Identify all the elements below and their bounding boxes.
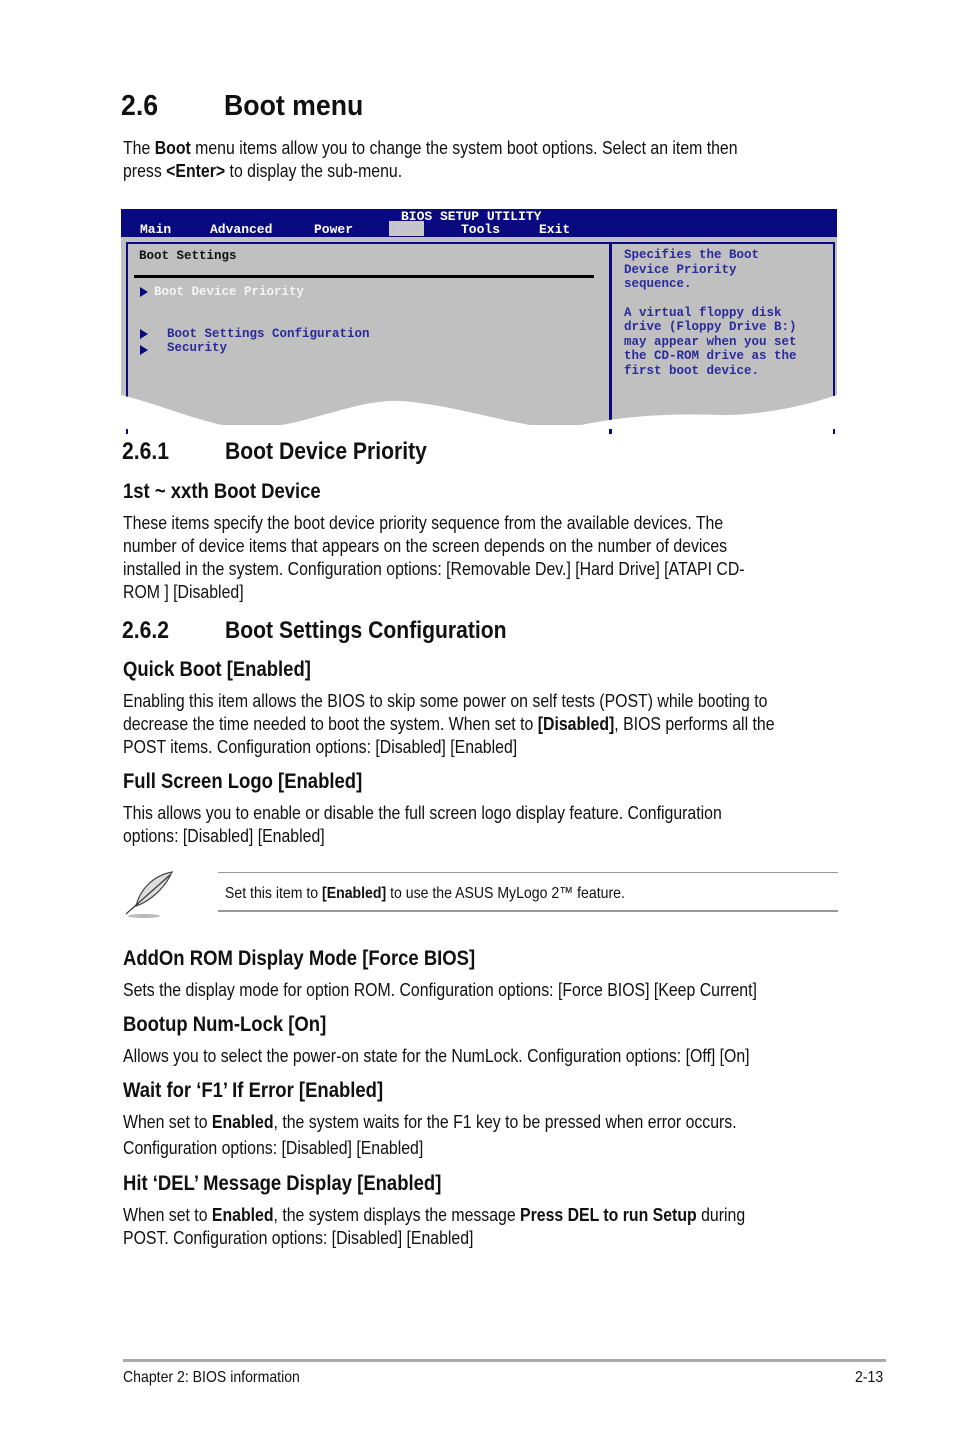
bold-text: Boot [154, 138, 191, 158]
item-heading: Full Screen Logo [Enabled] [123, 770, 363, 793]
bios-help-line: drive (Floppy Drive B:) [624, 320, 797, 334]
bios-help-line: first boot device. [624, 364, 760, 378]
text: , the system displays the message [273, 1205, 521, 1225]
arrow-right-icon [140, 329, 148, 339]
paragraph-line: installed in the system. Configuration o… [123, 559, 745, 579]
paragraph-line: This allows you to enable or disable the… [123, 803, 722, 823]
item-heading: Bootup Num-Lock [On] [123, 1013, 327, 1036]
bios-help-line: Specifies the Boot [624, 248, 760, 262]
note-top-rule [218, 872, 838, 873]
bold-text: Press DEL to run Setup [520, 1205, 697, 1225]
bios-help-line: Device Priority [624, 263, 737, 277]
bios-item-security[interactable]: Security [167, 341, 227, 355]
text: during [696, 1205, 746, 1225]
section-number: 2.6 [121, 90, 159, 122]
paragraph-line: POST. Configuration options: [Disabled] … [123, 1228, 474, 1248]
bios-item-boot-device-priority[interactable]: Boot Device Priority [154, 285, 304, 299]
bios-help-line: A virtual floppy disk [624, 306, 782, 320]
paragraph-line: number of device items that appears on t… [123, 536, 728, 556]
item-heading: Wait for ‘F1’ If Error [Enabled] [123, 1079, 384, 1102]
paragraph-line: options: [Disabled] [Enabled] [123, 826, 325, 846]
paragraph-line: POST items. Configuration options: [Disa… [123, 737, 518, 757]
text: When set to [123, 1112, 212, 1132]
paragraph-line: When set to Enabled, the system displays… [123, 1204, 745, 1226]
paragraph-line: decrease the time needed to boot the sys… [123, 713, 775, 735]
page-title: Boot menu [224, 90, 364, 122]
paragraph-line: Configuration options: [Disabled] [Enabl… [123, 1138, 424, 1158]
text: decrease the time needed to boot the sys… [123, 714, 538, 734]
bios-help-line: may appear when you set [624, 335, 797, 349]
paragraph-line: Allows you to select the power-on state … [123, 1046, 750, 1066]
bios-tab-main[interactable]: Main [140, 222, 171, 237]
footer-chapter: Chapter 2: BIOS information [123, 1369, 300, 1386]
feather-pen-icon [125, 871, 174, 918]
bold-text: [Enabled] [322, 885, 387, 902]
intro-line-1: The Boot menu items allow you to change … [123, 137, 738, 159]
bios-tab-boot[interactable]: Boot [389, 221, 425, 236]
text: Set this item to [225, 885, 323, 902]
torn-edge [121, 395, 837, 429]
subsection-number: 2.6.1 [122, 438, 169, 465]
item-heading: Hit ‘DEL’ Message Display [Enabled] [123, 1172, 442, 1195]
bios-tab-power[interactable]: Power [314, 222, 353, 237]
arrow-right-icon [140, 287, 148, 297]
text: to display the sub-menu. [225, 161, 403, 181]
intro-line-2: press <Enter> to display the sub-menu. [123, 160, 402, 182]
paragraph-line: When set to Enabled, the system waits fo… [123, 1111, 737, 1133]
note-text: Set this item to [Enabled] to use the AS… [225, 883, 625, 905]
footer-rule [123, 1359, 886, 1362]
bios-tab-advanced[interactable]: Advanced [210, 222, 272, 237]
paragraph-line: Sets the display mode for option ROM. Co… [123, 980, 757, 1000]
item-heading: Quick Boot [Enabled] [123, 658, 311, 681]
subsection-title: Boot Device Priority [225, 438, 427, 465]
bold-text: Enabled [211, 1112, 274, 1132]
bios-help-line: the CD-ROM drive as the [624, 349, 797, 363]
text: press [123, 161, 167, 181]
bold-text: Enabled [211, 1205, 274, 1225]
bios-help-line: sequence. [624, 277, 692, 291]
subsection-number: 2.6.2 [122, 617, 169, 644]
bios-item-boot-settings-configuration[interactable]: Boot Settings Configuration [167, 327, 370, 341]
bios-tab-exit[interactable]: Exit [539, 222, 570, 237]
arrow-right-icon [140, 345, 148, 355]
paragraph-line: ROM ] [Disabled] [123, 582, 244, 602]
note-bottom-rule [218, 910, 838, 912]
item-heading: 1st ~ xxth Boot Device [123, 480, 321, 503]
bios-tab-tools[interactable]: Tools [461, 222, 500, 237]
text: to use the ASUS MyLogo 2™ feature. [386, 885, 625, 902]
text: The [123, 138, 155, 158]
text: menu items allow you to change the syste… [190, 138, 738, 158]
bios-screenshot: BIOS SETUP UTILITY Main Advanced Power B… [121, 209, 837, 434]
bold-text: <Enter> [166, 161, 226, 181]
bios-panel-heading: Boot Settings [139, 249, 237, 263]
text: , BIOS performs all the [614, 714, 775, 734]
footer-page-number: 2-13 [855, 1369, 884, 1386]
text: When set to [123, 1205, 212, 1225]
subsection-title: Boot Settings Configuration [225, 617, 507, 644]
item-heading: AddOn ROM Display Mode [Force BIOS] [123, 947, 476, 970]
bios-divider [134, 275, 594, 278]
paragraph-line: Enabling this item allows the BIOS to sk… [123, 691, 768, 711]
paragraph-line: These items specify the boot device prio… [123, 513, 724, 533]
bold-text: [Disabled] [537, 714, 615, 734]
text: , the system waits for the F1 key to be … [273, 1112, 737, 1132]
